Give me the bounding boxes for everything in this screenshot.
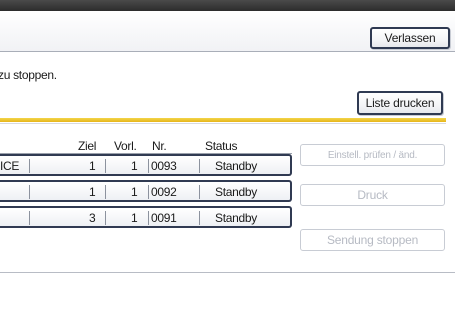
row-status: Standby	[215, 211, 257, 225]
row-prev: 1	[131, 211, 138, 225]
col-status-header: Status	[205, 139, 238, 153]
row-prev: 1	[131, 185, 138, 199]
separator	[199, 185, 200, 199]
divider	[0, 118, 446, 122]
separator	[29, 185, 30, 199]
row-status: Standby	[215, 185, 257, 199]
separator	[29, 159, 30, 173]
stop-sending-button[interactable]: Sendung stoppen	[300, 229, 445, 251]
separator	[105, 211, 106, 225]
print-list-button[interactable]: Liste drucken	[357, 91, 443, 115]
job-row[interactable]: 3 1 0091 Standby	[0, 206, 292, 228]
separator	[105, 159, 106, 173]
row-nr: 0091	[151, 211, 177, 225]
instruction-message: zu stoppen.	[0, 68, 57, 82]
row-prev: 1	[131, 159, 138, 173]
row-status: Standby	[215, 159, 257, 173]
col-dest-header: Ziel	[78, 139, 97, 153]
row-dest: 3	[89, 211, 96, 225]
separator	[199, 211, 200, 225]
job-row[interactable]: ICE 1 1 0093 Standby	[0, 154, 292, 176]
print-button[interactable]: Druck	[300, 184, 445, 206]
check-change-settings-button[interactable]: Einstell. prüfen / änd.	[300, 144, 445, 166]
top-bar	[0, 0, 455, 11]
divider-shadow	[0, 123, 446, 124]
row-dest: 1	[89, 159, 96, 173]
separator	[148, 185, 149, 199]
separator	[148, 211, 149, 225]
separator	[29, 211, 30, 225]
col-prev-header: Vorl.	[114, 139, 137, 153]
job-row[interactable]: 1 1 0092 Standby	[0, 180, 292, 202]
row-nr: 0092	[151, 185, 177, 199]
separator	[199, 159, 200, 173]
separator	[105, 185, 106, 199]
separator	[148, 159, 149, 173]
row-dest: 1	[89, 185, 96, 199]
exit-button[interactable]: Verlassen	[370, 27, 450, 49]
row-nr: 0093	[151, 159, 177, 173]
col-nr-header: Nr.	[152, 139, 167, 153]
bottom-divider	[0, 272, 455, 273]
row-name: ICE	[0, 159, 20, 173]
